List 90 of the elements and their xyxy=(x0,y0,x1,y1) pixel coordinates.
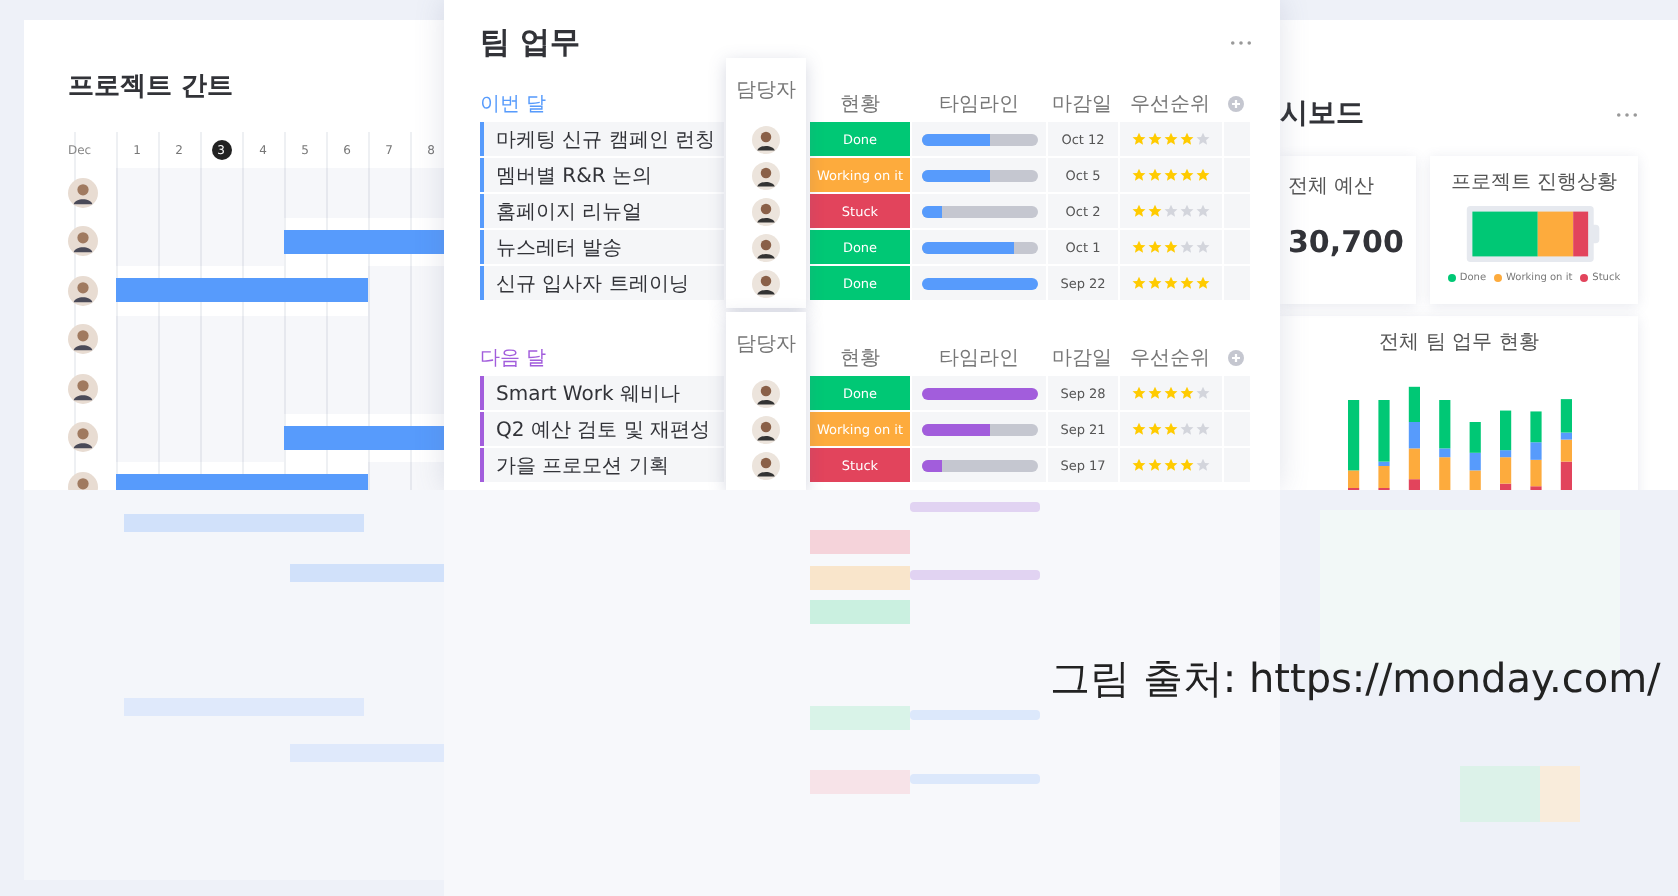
more-icon[interactable] xyxy=(1230,40,1252,46)
gantt-cell[interactable] xyxy=(326,315,368,364)
gantt-cell[interactable] xyxy=(284,315,326,364)
card-label: 전체 예산 xyxy=(1288,174,1377,200)
avatar-icon[interactable] xyxy=(752,416,780,444)
avatar-icon[interactable] xyxy=(752,162,780,190)
avatar-icon xyxy=(68,422,98,453)
group-title[interactable]: 다음 달 xyxy=(480,344,724,372)
gantt-cell[interactable] xyxy=(368,364,410,413)
priority-stars[interactable] xyxy=(1120,266,1222,300)
panel-title: 프로젝트 간트 xyxy=(68,70,236,104)
timeline-bar[interactable] xyxy=(921,241,1037,253)
avatar-icon[interactable] xyxy=(752,380,780,408)
task-name-cell[interactable]: 뉴스레터 발송 xyxy=(480,230,724,264)
avatar-icon xyxy=(68,373,98,404)
panel-title: 팀 업무 xyxy=(480,24,581,62)
avatar-icon xyxy=(68,275,98,306)
task-name-cell[interactable]: Smart Work 웨비나 xyxy=(480,376,724,410)
gantt-cell[interactable] xyxy=(284,364,326,413)
panel-title: 시보드 xyxy=(1280,96,1364,132)
priority-stars[interactable] xyxy=(1120,122,1222,156)
avatar-icon[interactable] xyxy=(752,452,780,480)
more-icon[interactable] xyxy=(1616,111,1638,117)
priority-stars[interactable] xyxy=(1120,412,1222,446)
gantt-cell[interactable] xyxy=(200,217,242,266)
gantt-cell[interactable] xyxy=(242,413,284,462)
task-name-cell[interactable]: 멤버별 R&R 논의 xyxy=(480,158,724,192)
avatar-icon xyxy=(68,226,98,257)
chart-title: 전체 팀 업무 현황 xyxy=(1379,330,1539,356)
gantt-cell[interactable] xyxy=(116,413,158,462)
avatar-icon[interactable] xyxy=(752,198,780,226)
gantt-cell[interactable] xyxy=(326,364,368,413)
priority-stars[interactable] xyxy=(1120,448,1222,482)
column-header: 현황 xyxy=(838,346,882,372)
task-name-cell[interactable]: Q2 예산 검토 및 재편성 xyxy=(480,412,724,446)
task-name-cell[interactable]: 신규 입사자 트레이닝 xyxy=(480,266,724,300)
avatar-icon[interactable] xyxy=(752,270,780,298)
task-name-cell[interactable]: 홈페이지 리뉴얼 xyxy=(480,194,724,228)
gantt-cell[interactable] xyxy=(368,168,410,217)
task-name-cell[interactable]: 가을 프로모션 기획 xyxy=(480,448,724,482)
avatar-icon xyxy=(68,177,98,208)
timeline-bar[interactable] xyxy=(921,277,1037,289)
avatar-icon[interactable] xyxy=(752,126,780,154)
timeline-bar[interactable] xyxy=(921,387,1037,399)
gantt-cell[interactable] xyxy=(200,315,242,364)
card-label: 프로젝트 진행상황 xyxy=(1450,170,1618,196)
avatar-icon xyxy=(68,324,98,355)
avatar-icon[interactable] xyxy=(752,234,780,262)
source-caption: 그림 출처: https://monday.com/ xyxy=(1050,652,1661,706)
column-header: 우선순위 xyxy=(1128,346,1212,372)
gantt-cell[interactable] xyxy=(200,168,242,217)
gantt-cell[interactable] xyxy=(410,266,444,315)
task-name-cell[interactable]: 마케팅 신규 캠페인 런칭 xyxy=(480,122,724,156)
column-header: 타임라인 xyxy=(937,346,1021,372)
gantt-cell[interactable] xyxy=(242,315,284,364)
gantt-cell[interactable] xyxy=(284,168,326,217)
gantt-cell[interactable] xyxy=(158,217,200,266)
add-column-icon[interactable] xyxy=(1228,96,1244,112)
column-header: 담당자 xyxy=(736,332,796,360)
column-header: 마감일 xyxy=(1050,92,1114,118)
gantt-cell[interactable] xyxy=(242,217,284,266)
column-header: 우선순위 xyxy=(1128,92,1212,118)
gantt-cell[interactable] xyxy=(158,168,200,217)
add-column-icon[interactable] xyxy=(1228,350,1244,366)
gantt-cell[interactable] xyxy=(158,413,200,462)
timeline-bar[interactable] xyxy=(921,459,1037,471)
timeline-bar[interactable] xyxy=(921,133,1037,145)
column-header: 타임라인 xyxy=(937,92,1021,118)
gantt-cell[interactable] xyxy=(410,168,444,217)
gantt-cell[interactable] xyxy=(158,315,200,364)
group-title[interactable]: 이번 달 xyxy=(480,90,724,118)
gantt-cell[interactable] xyxy=(326,168,368,217)
timeline-bar[interactable] xyxy=(921,169,1037,181)
timeline-bar[interactable] xyxy=(921,423,1037,435)
priority-stars[interactable] xyxy=(1120,158,1222,192)
column-header: 현황 xyxy=(838,92,882,118)
priority-stars[interactable] xyxy=(1120,194,1222,228)
gantt-cell[interactable] xyxy=(410,364,444,413)
gantt-cell[interactable] xyxy=(200,413,242,462)
column-header: 담당자 xyxy=(736,78,796,106)
timeline-bar[interactable] xyxy=(921,205,1037,217)
priority-stars[interactable] xyxy=(1120,230,1222,264)
gantt-cell[interactable] xyxy=(116,217,158,266)
priority-stars[interactable] xyxy=(1120,376,1222,410)
column-header: 마감일 xyxy=(1050,346,1114,372)
gantt-cell[interactable] xyxy=(242,168,284,217)
budget-value: 30,700 xyxy=(1288,224,1406,260)
gantt-cell[interactable] xyxy=(368,266,410,315)
gantt-cell[interactable] xyxy=(116,315,158,364)
gantt-cell[interactable] xyxy=(116,168,158,217)
